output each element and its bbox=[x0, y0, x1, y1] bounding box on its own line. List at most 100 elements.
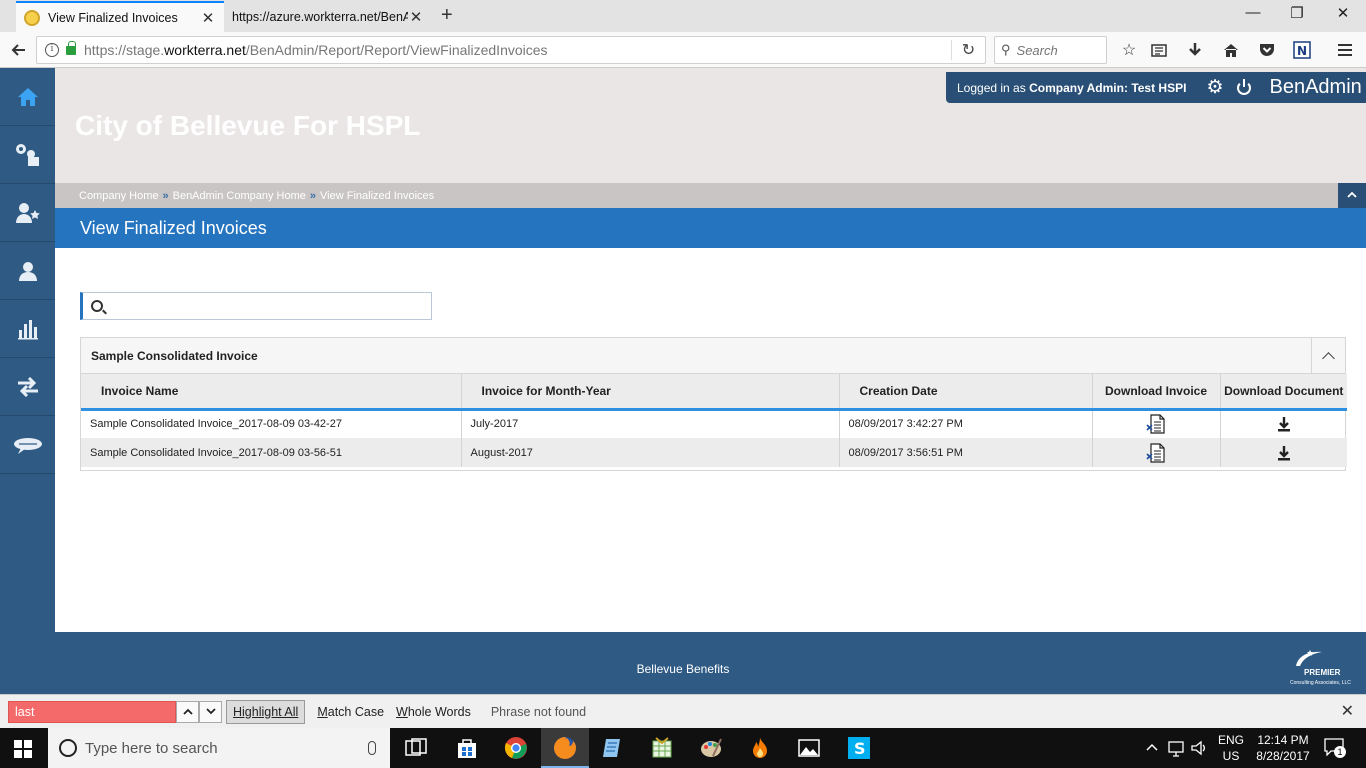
sidebar-item-admin-users[interactable] bbox=[0, 184, 55, 242]
action-center-icon[interactable]: 1 bbox=[1324, 738, 1346, 758]
logout-power-icon[interactable] bbox=[1237, 78, 1252, 95]
chevron-up-icon bbox=[1322, 352, 1335, 365]
highlight-all-button[interactable]: Highlight All bbox=[226, 699, 306, 724]
window-close-button[interactable]: ✕ bbox=[1320, 4, 1366, 22]
pocket-icon[interactable] bbox=[1254, 37, 1280, 63]
download-arrow-icon[interactable] bbox=[1277, 445, 1291, 461]
creation-date-cell: 08/09/2017 3:42:27 PM bbox=[839, 409, 1093, 438]
site-info-icon[interactable]: i bbox=[45, 43, 59, 57]
taskbar-search[interactable]: Type here to search bbox=[48, 728, 390, 768]
match-case-toggle[interactable]: Match Case bbox=[317, 705, 384, 719]
column-header-creation-date[interactable]: Creation Date bbox=[839, 374, 1093, 411]
page-header: City of Bellevue For HSPL Logged in as C… bbox=[55, 68, 1366, 183]
company-title: City of Bellevue For HSPL bbox=[75, 110, 421, 141]
taskbar-search-placeholder: Type here to search bbox=[85, 739, 218, 757]
volume-icon[interactable] bbox=[1190, 736, 1208, 760]
spreadsheet-app-icon[interactable] bbox=[650, 736, 674, 760]
reading-list-icon[interactable] bbox=[1146, 37, 1172, 63]
breadcrumb-separator: » bbox=[309, 189, 317, 202]
sidebar-item-messages[interactable] bbox=[0, 416, 55, 474]
find-previous-button[interactable] bbox=[176, 700, 199, 723]
panel-header: Sample Consolidated Invoice bbox=[81, 338, 1345, 374]
whole-words-toggle[interactable]: Whole Words bbox=[396, 705, 471, 719]
find-bar: last Highlight All Match Case Whole Word… bbox=[0, 694, 1366, 728]
brand-name: BenAdmin bbox=[1269, 76, 1362, 98]
tray-chevron-up-icon[interactable] bbox=[1144, 736, 1160, 760]
excel-download-icon[interactable] bbox=[1146, 442, 1166, 463]
tab-title: View Finalized Invoices bbox=[48, 10, 178, 25]
download-invoice-cell bbox=[1092, 409, 1221, 438]
creation-date-cell: 08/09/2017 3:56:51 PM bbox=[839, 438, 1093, 467]
month-year-cell: July-2017 bbox=[461, 409, 840, 438]
tab-view-finalized-invoices[interactable]: View Finalized Invoices ✕ bbox=[16, 1, 224, 32]
minimize-button[interactable]: — bbox=[1230, 4, 1276, 21]
sidebar-item-employees[interactable] bbox=[0, 242, 55, 300]
user-star-icon bbox=[15, 202, 40, 223]
breadcrumb-company-home[interactable]: Company Home bbox=[79, 190, 158, 202]
premier-logo: PREMIER Consulting Associates, LLC bbox=[1288, 648, 1354, 688]
browser-search-input[interactable] bbox=[1016, 42, 1097, 58]
chat-bubbles-icon bbox=[13, 437, 42, 454]
tab-azure-workterra[interactable]: https://azure.workterra.net/BenA ✕ bbox=[224, 1, 432, 32]
restore-button[interactable]: ❐ bbox=[1274, 4, 1320, 22]
collapse-header-button[interactable] bbox=[1338, 183, 1366, 208]
flame-app-icon[interactable] bbox=[748, 736, 772, 760]
task-view-icon[interactable] bbox=[404, 736, 428, 760]
panel-collapse-button[interactable] bbox=[1311, 338, 1345, 374]
chrome-icon[interactable] bbox=[504, 736, 528, 760]
firefox-icon[interactable] bbox=[553, 736, 577, 760]
paint-palette-icon[interactable] bbox=[699, 736, 723, 760]
back-button[interactable] bbox=[6, 37, 32, 63]
tab-close-icon[interactable]: ✕ bbox=[200, 9, 216, 27]
store-icon[interactable] bbox=[455, 736, 479, 760]
url-text[interactable]: https://stage.workterra.net/BenAdmin/Rep… bbox=[84, 42, 951, 58]
browser-search-box[interactable]: ⚲ bbox=[994, 36, 1107, 64]
chevron-down-icon bbox=[205, 708, 216, 715]
column-header-invoice-name[interactable]: Invoice Name bbox=[81, 374, 462, 411]
network-icon[interactable] bbox=[1167, 736, 1185, 760]
grid-search-box[interactable] bbox=[80, 292, 432, 320]
download-invoice-cell bbox=[1092, 438, 1221, 467]
skype-icon[interactable]: S bbox=[847, 736, 871, 760]
excel-download-icon[interactable] bbox=[1146, 414, 1166, 434]
download-document-cell bbox=[1220, 438, 1347, 467]
extension-n-icon[interactable]: N bbox=[1289, 37, 1315, 63]
menu-hamburger-icon[interactable] bbox=[1332, 37, 1358, 63]
logo-subtitle: Consulting Associates, LLC bbox=[1290, 680, 1351, 686]
download-arrow-icon[interactable] bbox=[1277, 416, 1291, 432]
find-close-icon[interactable]: ✕ bbox=[1341, 701, 1354, 721]
find-input[interactable]: last bbox=[8, 700, 176, 723]
sidebar-item-configuration[interactable] bbox=[0, 126, 55, 184]
home-icon[interactable] bbox=[1218, 37, 1244, 63]
windows-start-icon[interactable] bbox=[14, 740, 32, 758]
address-bar[interactable]: i https://stage.workterra.net/BenAdmin/R… bbox=[36, 36, 986, 64]
breadcrumb-benadmin-company-home[interactable]: BenAdmin Company Home bbox=[173, 190, 306, 202]
bookmark-star-icon[interactable]: ☆ bbox=[1116, 37, 1142, 63]
search-icon: ⚲ bbox=[1001, 42, 1011, 57]
user-bar: Logged in as Company Admin: Test HSPI ⚙ … bbox=[946, 72, 1366, 103]
column-header-month-year[interactable]: Invoice for Month-Year bbox=[461, 374, 840, 411]
downloads-icon[interactable] bbox=[1182, 37, 1208, 63]
reload-icon[interactable]: ↻ bbox=[951, 40, 985, 60]
photos-icon[interactable] bbox=[797, 736, 821, 760]
tab-close-icon[interactable]: ✕ bbox=[408, 8, 424, 26]
find-next-button[interactable] bbox=[199, 700, 222, 723]
sidebar-item-reports[interactable] bbox=[0, 300, 55, 358]
home-icon bbox=[17, 87, 38, 106]
new-tab-button[interactable]: + bbox=[441, 4, 453, 27]
system-clock[interactable]: 12:14 PM 8/28/2017 bbox=[1250, 732, 1316, 764]
left-sidebar bbox=[0, 68, 55, 632]
svg-text:S: S bbox=[854, 739, 866, 758]
page-footer: Bellevue Benefits PREMIER Consulting Ass… bbox=[0, 632, 1366, 694]
breadcrumb: Company Home » BenAdmin Company Home » V… bbox=[55, 183, 1366, 208]
breadcrumb-separator: » bbox=[162, 189, 169, 202]
input-language[interactable]: ENG US bbox=[1218, 732, 1244, 764]
grid-search-input[interactable] bbox=[113, 298, 413, 314]
microphone-icon[interactable] bbox=[368, 741, 376, 755]
notes-app-icon[interactable] bbox=[601, 736, 625, 760]
sidebar-item-home[interactable] bbox=[0, 68, 55, 126]
sidebar-item-transfers[interactable] bbox=[0, 358, 55, 416]
settings-gear-icon[interactable]: ⚙ bbox=[1206, 76, 1223, 99]
invoice-name-cell: Sample Consolidated Invoice_2017-08-09 0… bbox=[81, 438, 462, 467]
table-row: Sample Consolidated Invoice_2017-08-09 0… bbox=[81, 409, 1347, 438]
